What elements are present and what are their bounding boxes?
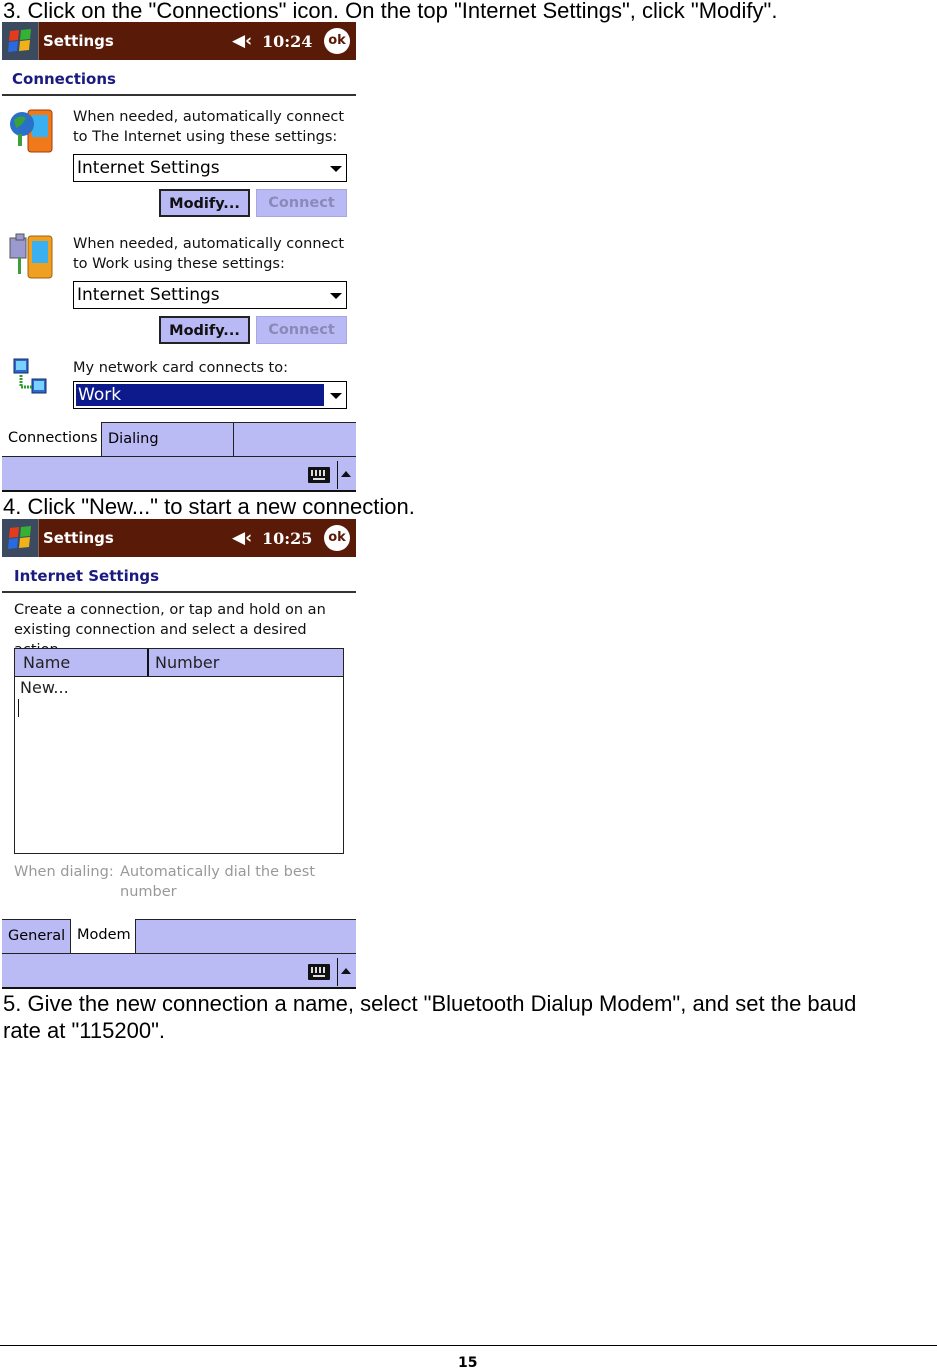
- footer-divider: [0, 1345, 937, 1346]
- when-dialing-value-line1: Automatically dial the best: [120, 864, 316, 880]
- connections-screenshot: Settings ◀‹ 10:24 ok Connections When ne…: [2, 22, 356, 492]
- internet-settings-dropdown[interactable]: Internet Settings: [73, 154, 347, 182]
- window-title: Settings: [43, 529, 114, 547]
- speaker-icon[interactable]: ◀‹: [232, 528, 252, 548]
- list-header: Name Number: [15, 649, 343, 677]
- when-dialing-label: When dialing:: [14, 864, 114, 880]
- keyboard-icon[interactable]: [308, 964, 330, 980]
- tab-bar: Connections Dialing Locations: [2, 422, 356, 479]
- page-title: Connections: [2, 60, 356, 96]
- dropdown-value: Internet Settings: [77, 285, 220, 305]
- when-dialing-value: Automatically dial the best number: [120, 862, 315, 902]
- network-card-dropdown[interactable]: Work: [73, 381, 347, 409]
- tab-general[interactable]: General: [2, 919, 71, 953]
- ok-button[interactable]: ok: [324, 525, 350, 551]
- speaker-icon[interactable]: ◀‹: [232, 31, 252, 51]
- page-title: Internet Settings: [2, 557, 356, 593]
- work-desc-line1: When needed, automatically connect: [73, 236, 345, 252]
- globe-pda-icon: [8, 106, 56, 160]
- menu-separator: [337, 461, 338, 489]
- title-bar: Settings ◀‹ 10:24 ok: [2, 22, 356, 60]
- building-pda-icon: [8, 232, 56, 286]
- work-description: When needed, automatically connect to Wo…: [73, 234, 344, 274]
- chevron-down-icon: [330, 293, 342, 299]
- tab-bar: General Modem: [2, 919, 356, 953]
- chevron-down-icon: [330, 393, 342, 399]
- network-computers-icon: [10, 357, 54, 407]
- when-dialing-value-line2: number: [120, 884, 177, 900]
- tab-connections[interactable]: Connections: [2, 422, 102, 456]
- dropdown-value: Internet Settings: [77, 158, 220, 178]
- up-arrow-icon[interactable]: [341, 471, 351, 477]
- windows-start-icon: [8, 526, 31, 549]
- connect-button[interactable]: Connect: [256, 189, 347, 217]
- tab-modem[interactable]: Modem: [71, 919, 136, 953]
- step-5-instruction: 5. Give the new connection a name, selec…: [3, 990, 856, 1044]
- internet-description: When needed, automatically connect to Th…: [73, 107, 344, 147]
- network-card-label: My network card connects to:: [73, 360, 288, 376]
- internet-desc-line1: When needed, automatically connect: [73, 109, 345, 125]
- page-number: 15: [458, 1355, 478, 1371]
- window-title: Settings: [43, 32, 114, 50]
- windows-start-icon: [8, 29, 31, 52]
- tab-dialing-locations[interactable]: Dialing Locations: [102, 422, 234, 479]
- start-button[interactable]: [2, 22, 39, 60]
- step-4-instruction: 4. Click "New..." to start a new connect…: [3, 494, 415, 519]
- title-bar: Settings ◀‹ 10:25 ok: [2, 519, 356, 557]
- work-connect-button[interactable]: Connect: [256, 316, 347, 344]
- work-settings-dropdown[interactable]: Internet Settings: [73, 281, 347, 309]
- instructions-line1: Create a connection, or tap and hold on …: [14, 602, 326, 618]
- start-button[interactable]: [2, 519, 39, 557]
- modify-button[interactable]: Modify...: [159, 189, 250, 217]
- menu-separator: [337, 958, 338, 986]
- work-desc-line2: to Work using these settings:: [73, 256, 285, 272]
- work-modify-button[interactable]: Modify...: [159, 316, 250, 344]
- list-item-new[interactable]: New...: [15, 677, 343, 699]
- step-5-line2: rate at "115200".: [3, 1018, 165, 1043]
- column-header-number[interactable]: Number: [149, 649, 219, 676]
- ok-button[interactable]: ok: [324, 28, 350, 54]
- menu-bar: [2, 953, 356, 989]
- clock[interactable]: 10:24: [262, 32, 312, 51]
- connections-list[interactable]: Name Number New...: [14, 648, 344, 854]
- up-arrow-icon[interactable]: [341, 968, 351, 974]
- column-header-name[interactable]: Name: [15, 649, 149, 676]
- internet-desc-line2: to The Internet using these settings:: [73, 129, 338, 145]
- chevron-down-icon: [330, 166, 342, 172]
- step-3-instruction: 3. Click on the "Connections" icon. On t…: [3, 0, 778, 23]
- clock[interactable]: 10:25: [262, 529, 312, 548]
- dropdown-value: Work: [76, 384, 324, 406]
- step-5-line1: 5. Give the new connection a name, selec…: [3, 991, 857, 1016]
- internet-settings-screenshot: Settings ◀‹ 10:25 ok Internet Settings C…: [2, 519, 356, 989]
- menu-bar: [2, 456, 356, 492]
- text-caret: [18, 699, 19, 717]
- keyboard-icon[interactable]: [308, 467, 330, 483]
